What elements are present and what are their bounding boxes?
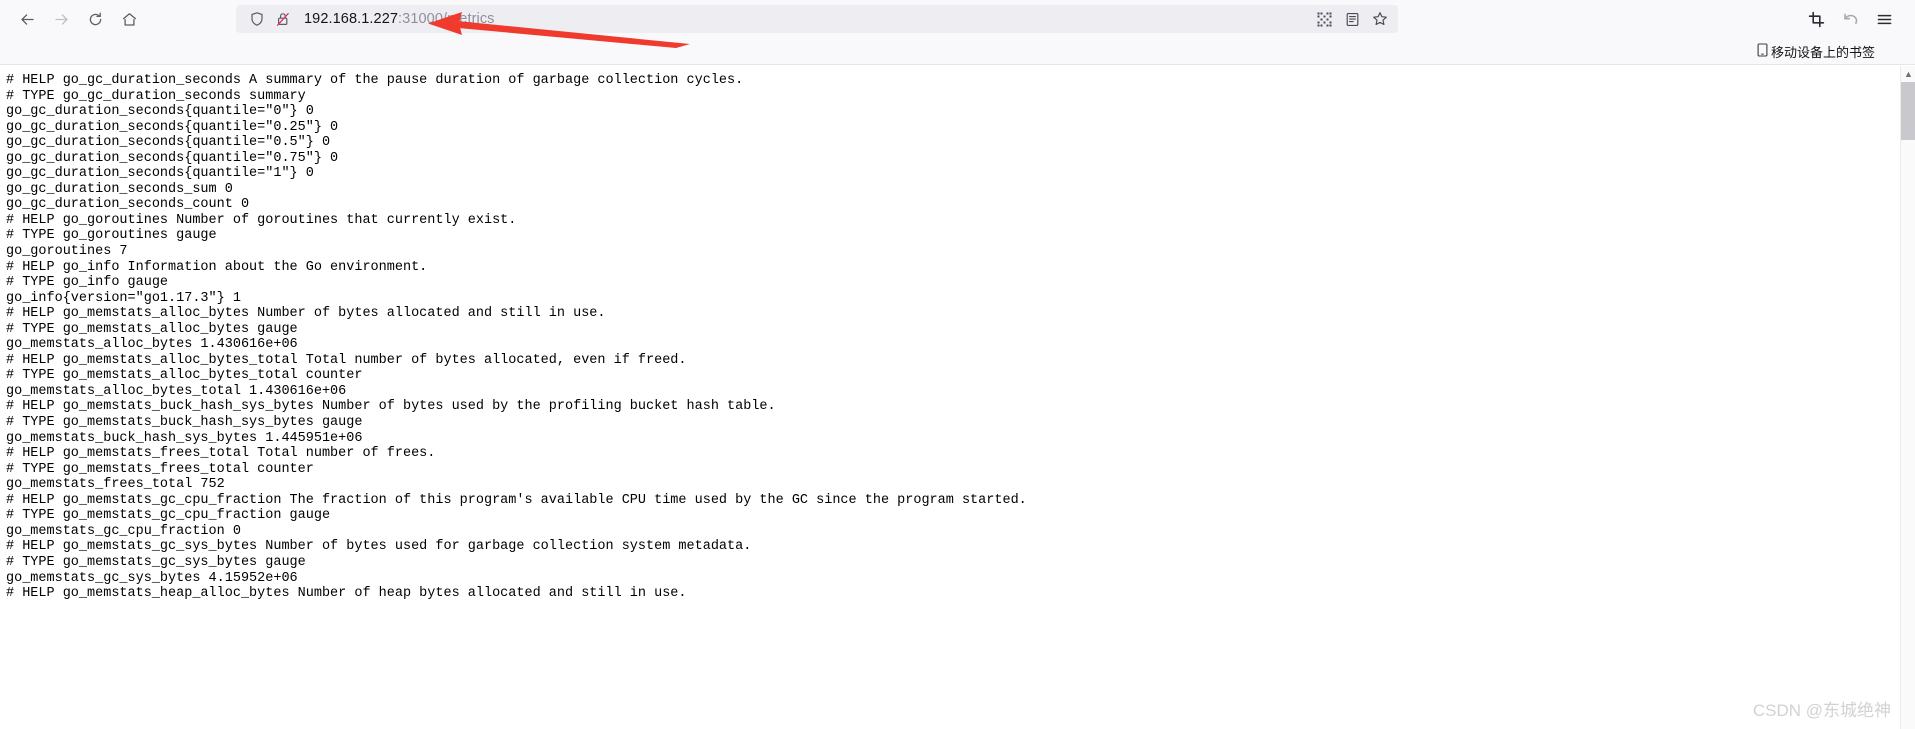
menu-icon[interactable] — [1867, 4, 1901, 34]
reload-icon — [89, 12, 101, 25]
url-host: 192.168.1.227 — [304, 11, 399, 27]
scrollbar-thumb[interactable] — [1901, 82, 1915, 140]
bookmarks-toolbar: 移动设备上的书签 — [0, 38, 1915, 65]
page-content: # HELP go_gc_duration_seconds A summary … — [0, 66, 1900, 729]
url-display[interactable]: 192.168.1.227:31000/metrics — [304, 11, 495, 27]
bookmark-item-mobile[interactable]: 移动设备上的书签 — [1753, 40, 1879, 63]
undo-icon[interactable] — [1833, 4, 1867, 34]
shield-icon[interactable] — [244, 6, 270, 32]
scrollbar-track[interactable] — [1901, 82, 1915, 729]
screenshot-icon[interactable] — [1799, 4, 1833, 34]
bookmark-star-icon[interactable] — [1366, 6, 1394, 32]
bookmark-item-label: 移动设备上的书签 — [1770, 44, 1875, 60]
forward-arrow-icon — [54, 13, 68, 25]
address-bar[interactable]: 192.168.1.227:31000/metrics — [236, 5, 1398, 33]
back-button[interactable] — [10, 4, 44, 34]
back-arrow-icon — [20, 13, 34, 25]
browser-window: 192.168.1.227:31000/metrics 移动设备上的书签 # H… — [0, 0, 1915, 729]
url-path: :31000/metrics — [398, 11, 495, 27]
vertical-scrollbar[interactable]: ▲ — [1900, 66, 1915, 729]
reload-button[interactable] — [78, 4, 112, 34]
home-button[interactable] — [112, 4, 146, 34]
home-icon — [122, 12, 136, 26]
watermark: CSDN @东城绝神 — [1752, 701, 1891, 720]
metrics-plaintext: # HELP go_gc_duration_seconds A summary … — [6, 73, 1027, 602]
toolbar-right-actions — [1799, 4, 1905, 34]
qr-code-icon[interactable] — [1310, 6, 1338, 32]
insecure-lock-icon[interactable] — [270, 6, 296, 32]
mobile-device-icon — [1757, 42, 1768, 60]
reader-mode-icon[interactable] — [1338, 6, 1366, 32]
scroll-up-arrow-icon[interactable]: ▲ — [1901, 66, 1915, 82]
forward-button[interactable] — [44, 4, 78, 34]
navigation-toolbar: 192.168.1.227:31000/metrics — [0, 0, 1915, 38]
address-bar-actions — [1310, 5, 1394, 33]
